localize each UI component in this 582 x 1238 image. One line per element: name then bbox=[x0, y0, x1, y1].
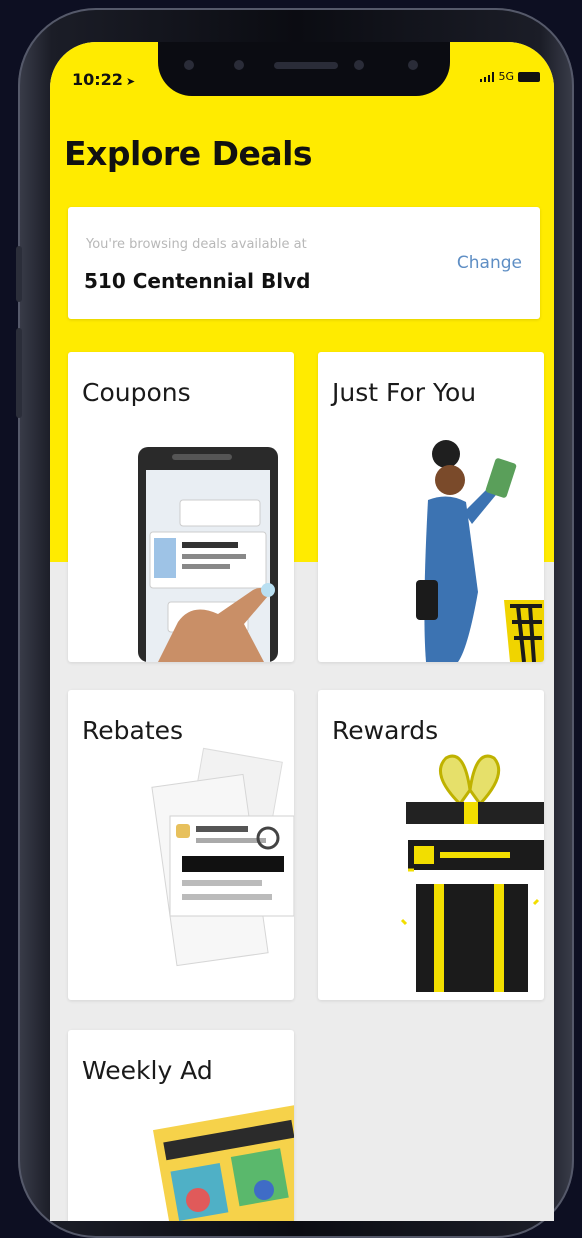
status-bar-time: 10:22 ➤ bbox=[72, 70, 135, 89]
location-hint: You're browsing deals available at bbox=[86, 237, 307, 252]
change-location-link[interactable]: Change bbox=[457, 253, 522, 273]
location-arrow-icon: ➤ bbox=[125, 75, 136, 88]
tile-label: Rewards bbox=[332, 716, 439, 745]
app-screen: 10:22 ➤ 5G Explore Deals You're browsing … bbox=[50, 42, 554, 1221]
camera-dot bbox=[234, 60, 244, 70]
phone-notch bbox=[158, 42, 450, 96]
phone-volume-button bbox=[16, 328, 22, 418]
tile-label: Just For You bbox=[332, 378, 477, 407]
status-bar-indicators: 5G bbox=[480, 70, 540, 83]
tile-rebates[interactable]: Rebates bbox=[68, 690, 294, 1000]
page-title: Explore Deals bbox=[64, 134, 313, 173]
phone-side-button bbox=[16, 246, 22, 302]
sensor-dot bbox=[184, 60, 194, 70]
tile-label: Rebates bbox=[82, 716, 184, 745]
tile-coupons[interactable]: Coupons bbox=[68, 352, 294, 662]
sensor-dot bbox=[408, 60, 418, 70]
sensor-dot bbox=[354, 60, 364, 70]
battery-icon bbox=[518, 71, 540, 82]
network-label: 5G bbox=[498, 70, 514, 83]
tile-just-for-you[interactable]: Just For You bbox=[318, 352, 544, 662]
tile-rewards[interactable]: Rewards bbox=[318, 690, 544, 1000]
location-card: You're browsing deals available at 510 C… bbox=[68, 207, 540, 319]
status-time-text: 10:22 bbox=[72, 70, 123, 89]
signal-icon bbox=[480, 71, 495, 82]
store-address: 510 Centennial Blvd bbox=[84, 269, 311, 293]
tile-label: Weekly Ad bbox=[82, 1056, 213, 1085]
tile-weekly-ad[interactable]: Weekly Ad bbox=[68, 1030, 294, 1221]
tile-label: Coupons bbox=[82, 378, 191, 407]
speaker-grille bbox=[274, 62, 338, 69]
